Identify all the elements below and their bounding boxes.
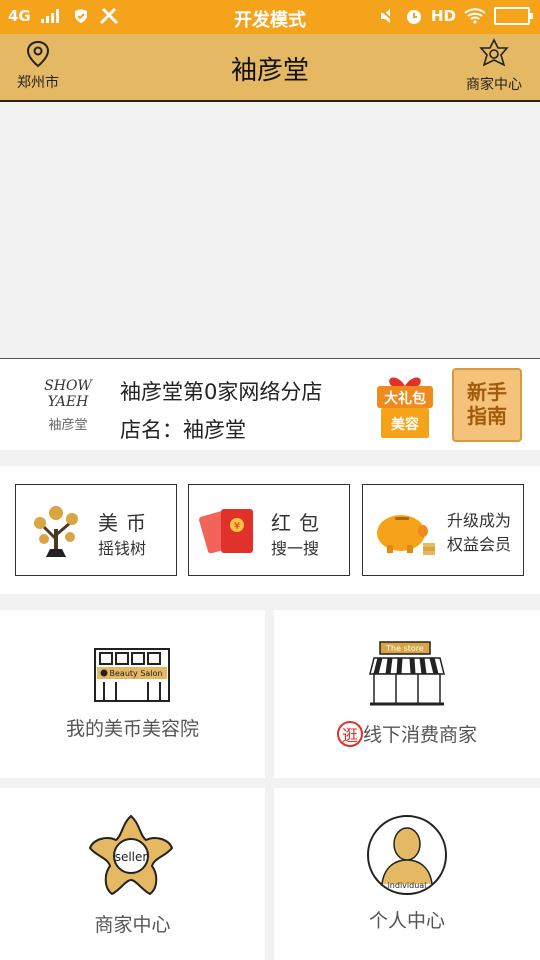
beauty-salon-icon: Beauty Salon: [94, 648, 170, 702]
store-logo-cn: 袖彦堂: [48, 418, 88, 433]
personal-center-tile[interactable]: individual 个人中心: [274, 788, 540, 960]
banner-area[interactable]: [0, 102, 540, 359]
store-logo-text: SHOW YAEH: [44, 378, 92, 410]
branch-name: 袖彦堂第0家网络分店: [120, 380, 323, 404]
red-packet-icon: ¥: [199, 509, 253, 554]
offline-store-label: 线下消费商家: [362, 724, 477, 746]
seller-badge: seller: [115, 850, 148, 864]
store-info: SHOW YAEH 袖彦堂 袖彦堂第0家网络分店 店名：袖彦堂 大礼包 美容 新…: [0, 360, 540, 450]
svg-text:¥: ¥: [234, 521, 240, 532]
member-upgrade-line1: 升级成为: [447, 511, 512, 530]
money-tree-card[interactable]: 美币 摇钱树: [15, 484, 177, 576]
stroll-badge: 逛: [336, 721, 363, 747]
mute-icon: [379, 8, 397, 24]
page-title: 袖彦堂: [230, 56, 309, 86]
guide-line2: 指南: [467, 404, 507, 428]
individual-badge: individual: [388, 881, 427, 890]
red-packet-card[interactable]: ¥ 红包 搜一搜: [188, 484, 350, 576]
gift-pack-button[interactable]: 大礼包 美容: [374, 372, 436, 440]
offline-store-caption: 逛线下消费商家: [274, 720, 540, 747]
beauty-salon-label: 我的美币美容院: [65, 718, 199, 740]
red-packet-line1: 红包: [271, 511, 327, 535]
money-tree-icon: [34, 506, 78, 557]
personal-center-label: 个人中心: [368, 910, 445, 932]
app-header: 郑州市 袖彦堂 商家中心: [0, 34, 540, 102]
alarm-icon: [406, 10, 421, 24]
gift-label-1: 大礼包: [384, 391, 426, 407]
money-tree-line2: 摇钱树: [98, 539, 147, 558]
member-upgrade-card[interactable]: 升级成为 权益会员: [362, 484, 524, 576]
merchant-flower-icon: [479, 38, 509, 67]
wifi-icon: [464, 8, 486, 24]
member-upgrade-line2: 权益会员: [447, 535, 512, 554]
merchant-center-tile-label: 商家中心: [94, 914, 171, 936]
store-name: 店名：袖彦堂: [120, 418, 246, 442]
piggy-bank-icon: [377, 515, 435, 555]
store-logo: SHOW YAEH 袖彦堂: [36, 378, 100, 434]
beauty-salon-tile[interactable]: Beauty Salon 我的美币美容院: [0, 610, 265, 778]
hd-indicator: HD: [430, 7, 456, 25]
merchant-center-button[interactable]: 商家中心: [462, 38, 526, 94]
red-packet-line2: 搜一搜: [271, 539, 320, 558]
offline-store-tile[interactable]: The store 逛线下消费商家: [274, 610, 540, 778]
merchant-center-label: 商家中心: [466, 77, 522, 93]
store-sign: The store: [385, 644, 424, 653]
battery-icon: [494, 7, 533, 25]
guide-line1: 新手: [467, 380, 507, 404]
storefront-icon: The store: [369, 641, 445, 706]
seller-flower-icon: seller: [88, 814, 174, 896]
beginner-guide-button[interactable]: 新手 指南: [452, 368, 522, 442]
status-bar: 4G 开发模式 HD: [0, 0, 540, 34]
merchant-center-tile[interactable]: seller 商家中心: [0, 788, 265, 960]
individual-avatar-icon: individual: [367, 815, 447, 895]
gift-label-2: 美容: [391, 417, 419, 433]
section-divider: [0, 594, 540, 610]
money-tree-line1: 美币: [98, 511, 154, 535]
beauty-salon-sign: Beauty Salon: [110, 669, 163, 678]
section-divider: [0, 450, 540, 466]
